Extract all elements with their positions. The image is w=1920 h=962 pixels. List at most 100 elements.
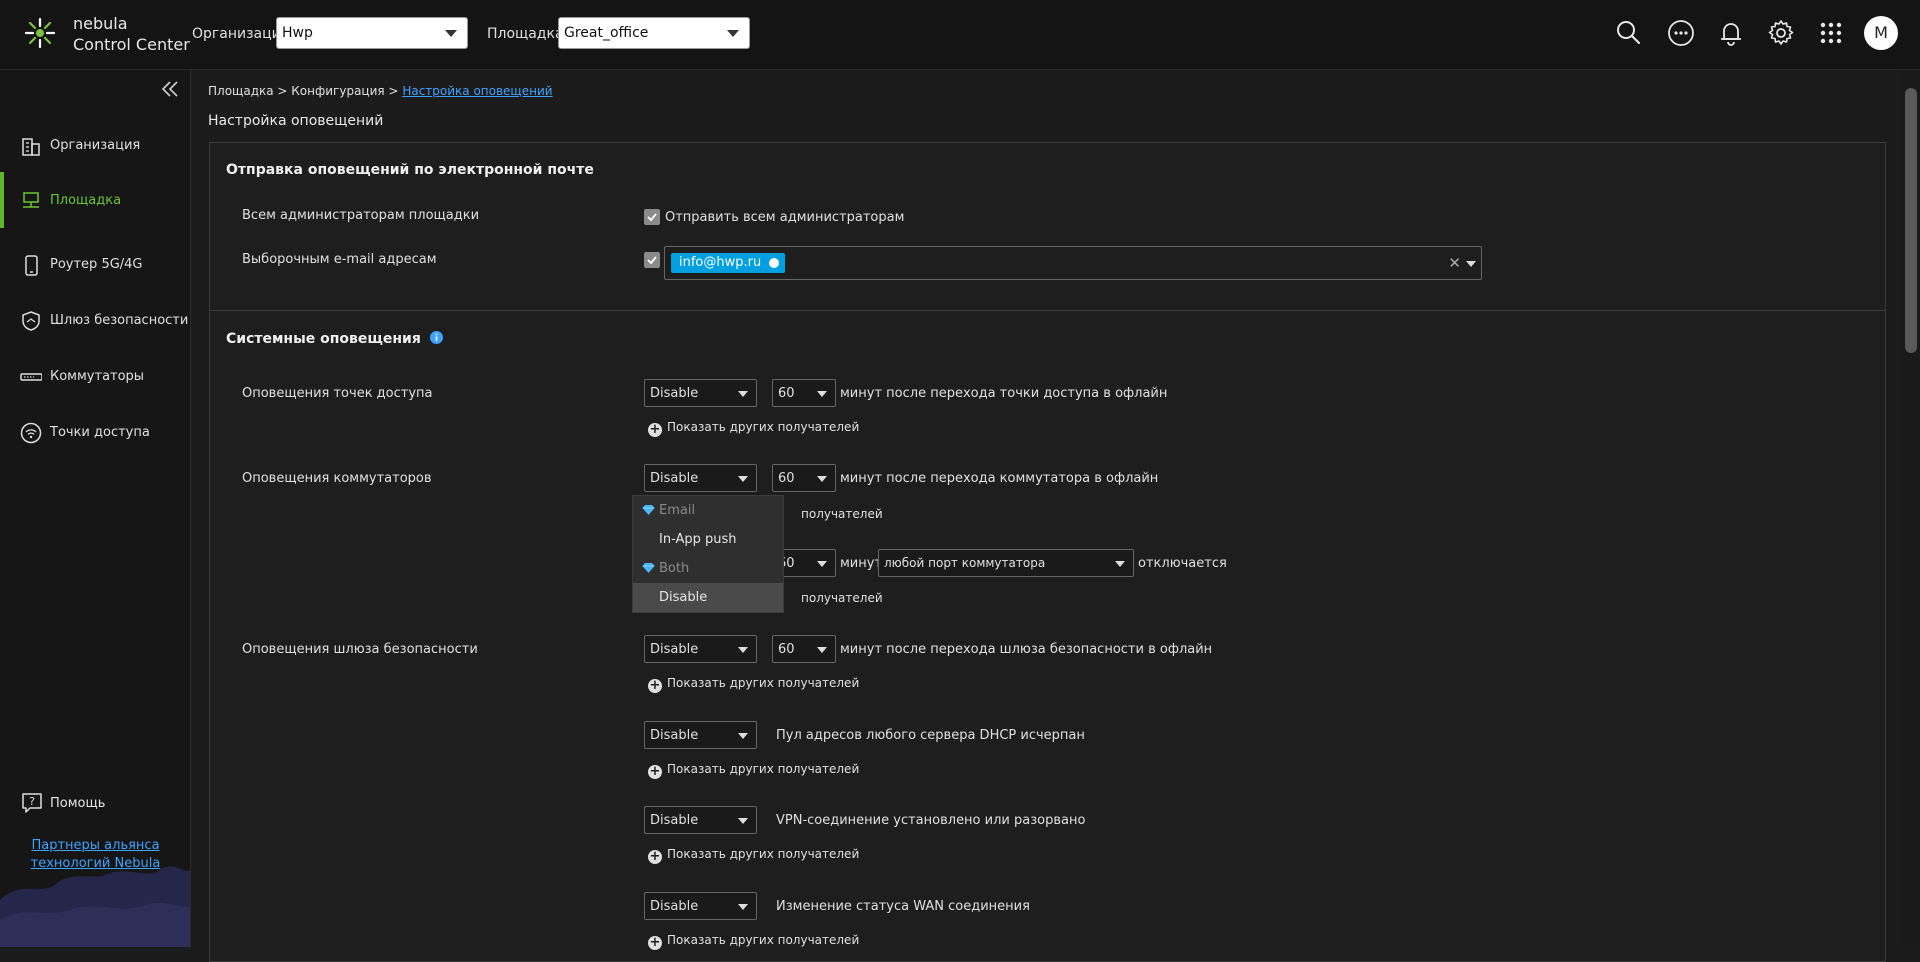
show-more-recipients-button[interactable]: + Показать других получателей	[648, 933, 859, 950]
switch-minutes-select[interactable]: 60	[772, 464, 836, 492]
ap-offline-text: минут после перехода точки доступа в офл…	[840, 386, 1168, 401]
email-tags-input[interactable]: info@hwp.ru ✕	[664, 246, 1482, 280]
collapse-sidebar-icon[interactable]	[160, 80, 180, 98]
select-value: 60	[778, 471, 795, 486]
wifi-icon	[20, 422, 42, 444]
dropdown-option-both[interactable]: Both	[633, 554, 783, 583]
plus-circle-icon: +	[648, 849, 662, 864]
system-section-title: Системные оповещения	[226, 331, 443, 347]
breadcrumb-current-link[interactable]: Настройка оповещений	[402, 84, 552, 98]
diamond-icon	[642, 563, 655, 573]
ap-alerts-label: Оповещения точек доступа	[242, 386, 433, 401]
site-label: Площадка:	[487, 26, 569, 42]
page-scrollbar[interactable]	[1902, 70, 1920, 947]
chevron-down-icon	[738, 647, 748, 653]
email-tag-label: info@hwp.ru	[679, 255, 762, 270]
brand-line1: nebula	[73, 14, 128, 33]
help-link[interactable]: ? Помощь	[0, 787, 190, 817]
sidebar-item-access-points[interactable]: Точки доступа	[0, 412, 190, 452]
select-value: Disable	[650, 899, 699, 914]
dropdown-option-email[interactable]: Email	[633, 496, 783, 525]
email-tag[interactable]: info@hwp.ru	[671, 253, 786, 273]
dropdown-option-disable[interactable]: Disable	[633, 583, 783, 612]
system-section-title-text: Системные оповещения	[226, 331, 421, 347]
partners-line2: технологий Nebula	[30, 856, 161, 871]
chevron-down-icon	[1115, 561, 1125, 567]
org-select[interactable]: Hwp	[276, 17, 468, 49]
wan-alert-select[interactable]: Disable	[644, 892, 757, 920]
help-label: Помощь	[50, 796, 106, 811]
show-more-label: Показать других получателей	[667, 933, 860, 947]
show-more-recipients-button[interactable]: + Показать других получателей	[648, 676, 859, 693]
custom-emails-label: Выборочным e-mail адресам	[242, 252, 437, 267]
sidebar-item-label: Точки доступа	[50, 425, 150, 440]
partners-link[interactable]: Партнеры альянса технологий Nebula	[0, 837, 190, 873]
sidebar-item-router[interactable]: Роутер 5G/4G	[0, 244, 190, 284]
option-label: In-App push	[659, 532, 737, 547]
alert-type-dropdown-menu: Email In-App push Both Disable	[632, 495, 784, 613]
dropdown-option-in-app-push[interactable]: In-App push	[633, 525, 783, 554]
building-icon	[22, 138, 40, 156]
sidebar-item-organization[interactable]: Организация	[0, 125, 190, 165]
gateway-alert-select[interactable]: Disable	[644, 635, 757, 663]
ap-alert-select[interactable]: Disable	[644, 379, 757, 407]
vpn-alert-select[interactable]: Disable	[644, 806, 757, 834]
select-value: Disable	[650, 386, 699, 401]
info-icon[interactable]	[429, 331, 443, 344]
admins-checkbox-label: Отправить всем администраторам	[665, 210, 905, 225]
switch-alert-select[interactable]: Disable	[644, 464, 757, 492]
more-icon[interactable]	[1666, 18, 1696, 48]
show-more-recipients-button[interactable]: + Показать других получателей	[648, 420, 859, 437]
show-more-label: Показать других получателей	[667, 847, 860, 861]
show-more-partial-2[interactable]: получателей	[801, 591, 883, 605]
page-title: Настройка оповещений	[208, 113, 384, 129]
help-icon: ?	[22, 793, 42, 813]
sidebar-item-security-gateway[interactable]: Шлюз безопасности	[0, 300, 190, 340]
show-more-label: Показать других получателей	[667, 676, 860, 690]
ap-minutes-select[interactable]: 60	[772, 379, 836, 407]
select-value: Disable	[650, 813, 699, 828]
sidebar-item-site[interactable]: Площадка	[0, 172, 190, 228]
section-divider	[210, 310, 1885, 311]
port-select[interactable]: любой порт коммутатора	[878, 549, 1134, 577]
diamond-icon	[642, 505, 655, 515]
partners-line1: Партнеры альянса	[31, 838, 160, 853]
plus-circle-icon: +	[648, 764, 662, 779]
svg-text:?: ?	[29, 795, 35, 808]
chevron-down-icon	[738, 391, 748, 397]
search-icon[interactable]	[1614, 18, 1644, 48]
chevron-down-icon[interactable]	[1466, 261, 1476, 267]
show-more-recipients-button[interactable]: + Показать других получателей	[648, 762, 859, 779]
admins-checkbox[interactable]	[644, 209, 660, 225]
clear-icon[interactable]: ✕	[1448, 254, 1461, 272]
select-value: любой порт коммутатора	[884, 556, 1046, 570]
custom-emails-checkbox[interactable]	[644, 252, 660, 268]
scrollbar-thumb[interactable]	[1905, 88, 1917, 353]
gear-icon[interactable]	[1766, 18, 1796, 48]
user-avatar[interactable]: M	[1864, 16, 1898, 50]
tag-remove-icon[interactable]	[769, 258, 780, 268]
main-content: Площадка > Конфигурация > Настройка опов…	[191, 70, 1902, 962]
sidebar-item-label: Коммутаторы	[50, 369, 145, 384]
bell-icon[interactable]	[1716, 18, 1746, 48]
switch-icon	[20, 373, 42, 381]
show-more-recipients-button[interactable]: + Показать других получателей	[648, 847, 859, 864]
chevron-down-icon	[817, 391, 827, 397]
vpn-text: VPN-соединение установлено или разорвано	[776, 813, 1086, 828]
dhcp-alert-select[interactable]: Disable	[644, 721, 757, 749]
switch-alerts-label: Оповещения коммутаторов	[242, 471, 432, 486]
site-select-value: Great_office	[564, 25, 649, 41]
top-bar: nebula Control Center Организация: Hwp П…	[0, 0, 1920, 70]
nebula-logo[interactable]	[22, 15, 58, 51]
breadcrumb: Площадка > Конфигурация > Настройка опов…	[208, 84, 553, 98]
sidebar-item-switches[interactable]: Коммутаторы	[0, 356, 190, 396]
site-select[interactable]: Great_office	[558, 17, 750, 49]
apps-grid-icon[interactable]	[1816, 18, 1846, 48]
phone-icon	[25, 255, 38, 276]
plus-circle-icon: +	[648, 935, 662, 950]
gateway-minutes-select[interactable]: 60	[772, 635, 836, 663]
chevron-down-icon	[445, 30, 457, 37]
show-more-partial-1[interactable]: получателей	[801, 507, 883, 521]
select-value: Disable	[650, 728, 699, 743]
gateway-offline-text: минут после перехода шлюза безопасности …	[840, 642, 1213, 657]
